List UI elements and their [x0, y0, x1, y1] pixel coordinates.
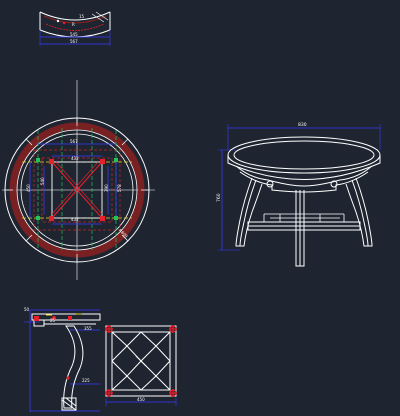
arc-dim-545: 545	[70, 32, 78, 37]
section-dim-355: 355	[84, 326, 92, 331]
arc-label-15: 15	[79, 14, 85, 19]
section-dim-25: 25	[50, 318, 56, 323]
elevation-view	[218, 124, 381, 267]
plan-view	[2, 80, 155, 280]
frame-dim-450: 450	[137, 397, 145, 402]
cad-drawing: 15 R 545 567 567 432 432 450 540 390 578…	[2, 11, 381, 412]
section-dim-50: 50	[24, 307, 30, 312]
arc-label-r: R	[72, 22, 75, 27]
elevation-dim-830: 830	[298, 122, 307, 128]
plan-dim-432-bottom: 432	[71, 217, 79, 222]
plan-dim-578: 578	[117, 184, 122, 192]
section-dim-225: 225	[82, 378, 90, 383]
plan-dim-567: 567	[70, 139, 78, 144]
elevation-dim-760: 760	[216, 193, 222, 202]
plan-dim-432-top: 432	[71, 156, 79, 161]
frame-view	[105, 325, 177, 406]
plan-dim-450: 450	[26, 184, 31, 192]
plan-dim-390: 390	[104, 184, 109, 192]
plan-dim-540: 540	[40, 177, 45, 185]
arc-dim-567: 567	[70, 39, 78, 44]
